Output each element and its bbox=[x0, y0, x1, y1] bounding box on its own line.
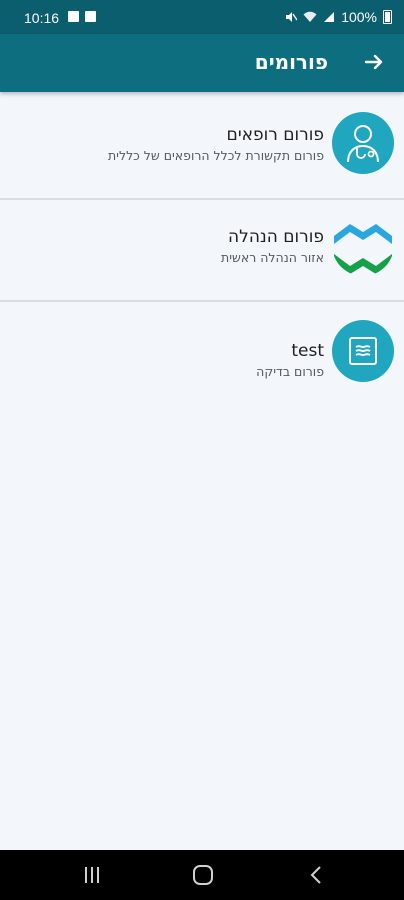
doctor-icon bbox=[332, 112, 394, 174]
list-item-management-forum[interactable]: פורום הנהלה אזור הנהלה ראשית bbox=[0, 194, 404, 302]
map-icon bbox=[332, 320, 394, 382]
mute-icon bbox=[286, 12, 298, 22]
back-button[interactable] bbox=[360, 48, 388, 76]
forum-description: פורום בדיקה bbox=[256, 364, 324, 379]
forum-description: פורום תקשורת לכלל הרופאים של כללית bbox=[107, 148, 324, 163]
battery-percent: 100% bbox=[341, 9, 377, 25]
clalit-logo-icon bbox=[332, 214, 394, 276]
status-bar: 10:16 100% bbox=[0, 0, 404, 34]
forum-name: test bbox=[291, 341, 324, 361]
forum-description: אזור הנהלה ראשית bbox=[221, 250, 324, 265]
arrow-right-icon bbox=[364, 54, 383, 70]
battery-icon bbox=[383, 10, 392, 24]
check-notification-icon bbox=[85, 11, 96, 22]
back-nav-icon[interactable] bbox=[305, 864, 329, 886]
status-time: 10:16 bbox=[24, 10, 60, 26]
wifi-icon bbox=[303, 11, 317, 22]
list-item-test-forum[interactable]: test פורום בדיקה bbox=[0, 300, 404, 406]
forum-name: פורום רופאים bbox=[226, 125, 324, 145]
signal-icon bbox=[324, 12, 335, 22]
app-bar: פורומים bbox=[0, 34, 404, 92]
gallery-notification-icon bbox=[68, 11, 79, 22]
forum-name: פורום הנהלה bbox=[228, 227, 324, 247]
home-icon[interactable] bbox=[191, 864, 215, 886]
list-item-doctors-forum[interactable]: פורום רופאים פורום תקשורת לכלל הרופאים ש… bbox=[0, 92, 404, 200]
recent-apps-icon[interactable] bbox=[80, 864, 104, 886]
page-title: פורומים bbox=[254, 50, 328, 74]
system-nav-bar bbox=[0, 850, 404, 900]
